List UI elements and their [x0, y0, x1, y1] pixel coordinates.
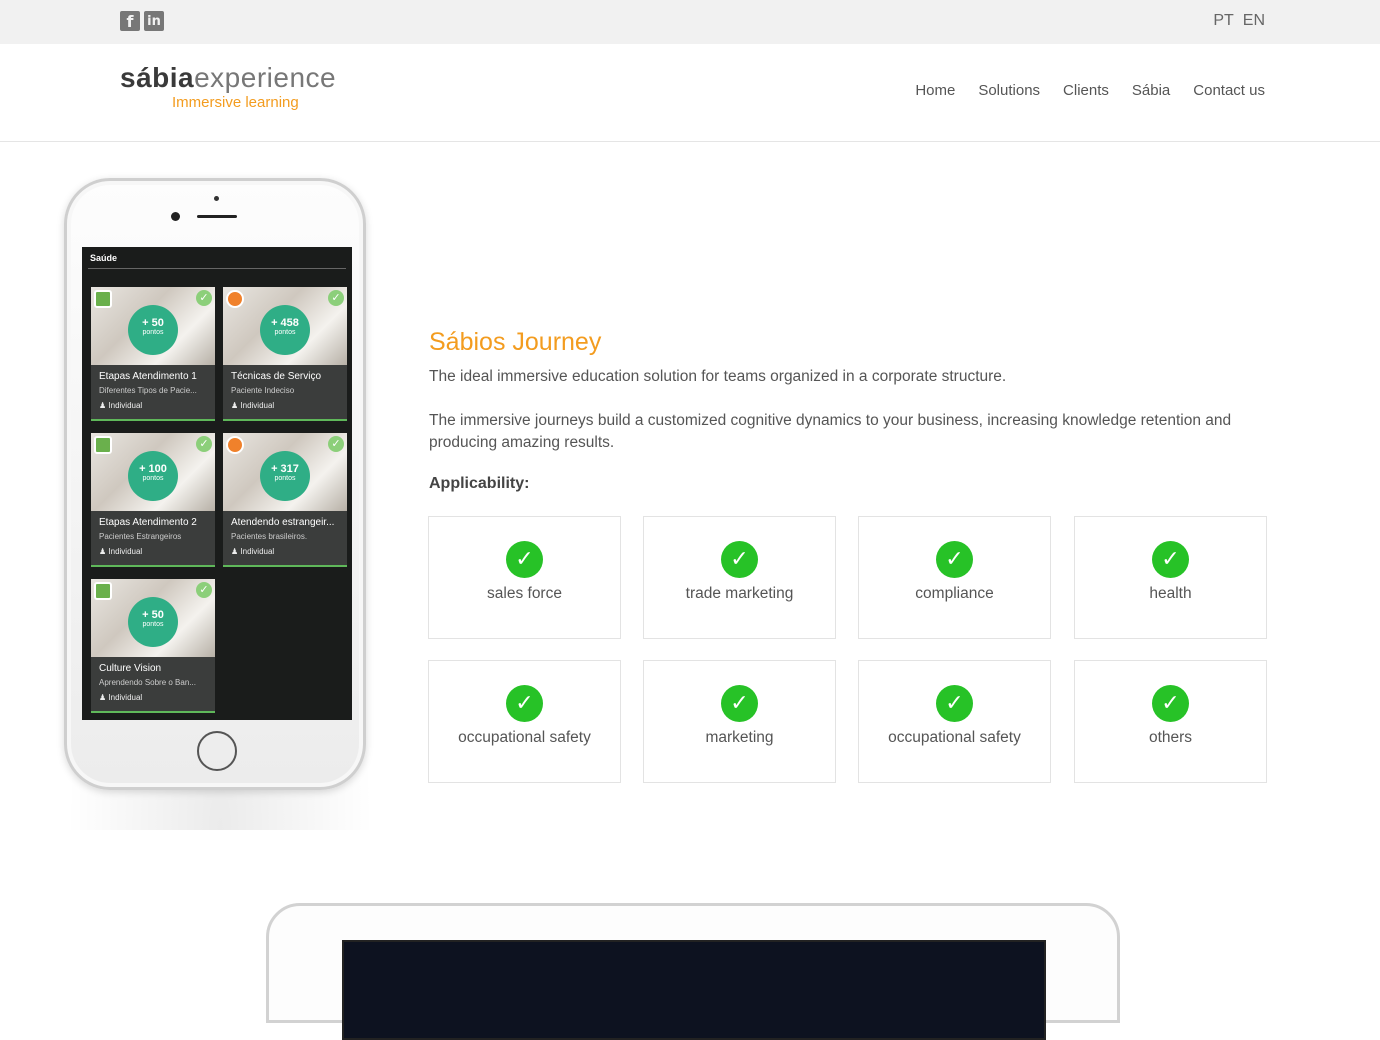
course-type-icon	[94, 582, 112, 600]
course-subtitle: Aprendendo Sobre o Ban...	[99, 678, 196, 687]
course-card: ✓ + 317 pontos Atendendo estrangeir... Pa…	[223, 433, 347, 567]
nav-solutions[interactable]: Solutions	[978, 82, 1040, 99]
course-mode: ♟ Individual	[231, 401, 275, 410]
points-badge: + 458 pontos	[260, 305, 310, 355]
logo-tagline: Immersive learning	[172, 94, 299, 111]
completed-check-icon: ✓	[328, 436, 344, 452]
description-text: The immersive journeys build a customize…	[429, 412, 1232, 451]
course-title: Culture Vision	[99, 663, 162, 674]
course-type-icon	[226, 290, 244, 308]
main-nav: Home Solutions Clients Sábia Contact us	[915, 82, 1265, 99]
course-title: Técnicas de Serviço	[231, 371, 322, 382]
applicability-tile: ✓ sales force	[428, 516, 621, 639]
tablet-screen	[342, 940, 1046, 1040]
nav-home[interactable]: Home	[915, 82, 955, 99]
course-title: Etapas Atendimento 2	[99, 517, 197, 528]
check-icon: ✓	[936, 541, 973, 578]
applicability-tile: ✓ trade marketing	[643, 516, 836, 639]
tablet-mockup	[266, 903, 1120, 1040]
applicability-tile: ✓ compliance	[858, 516, 1051, 639]
applicability-tile: ✓ others	[1074, 660, 1267, 783]
applicability-label: trade marketing	[685, 585, 794, 602]
course-type-icon	[226, 436, 244, 454]
check-icon: ✓	[506, 541, 543, 578]
course-subtitle: Paciente Indeciso	[231, 386, 295, 395]
phone-frame: Saúde ✓ + 50 pontos Etapas Atendimento 1 …	[64, 178, 366, 790]
points-badge: + 50 pontos	[128, 597, 178, 647]
phone-camera-icon	[214, 196, 219, 201]
social-links: f in	[120, 11, 164, 31]
course-card: ✓ + 100 pontos Etapas Atendimento 2 Pacie…	[91, 433, 215, 567]
course-mode: ♟ Individual	[99, 693, 143, 702]
logo-word-experience: experience	[194, 62, 337, 93]
page-title: Sábios Journey	[429, 328, 602, 356]
completed-check-icon: ✓	[196, 436, 212, 452]
course-subtitle: Diferentes Tipos de Pacie...	[99, 386, 197, 395]
course-type-icon	[94, 290, 112, 308]
language-switcher: PT EN	[1213, 12, 1265, 30]
course-card: ✓ + 458 pontos Técnicas de Serviço Pacien…	[223, 287, 347, 421]
linkedin-icon[interactable]: in	[144, 11, 164, 31]
applicability-tile: ✓ marketing	[643, 660, 836, 783]
check-icon: ✓	[721, 685, 758, 722]
top-bar: f in PT EN	[0, 0, 1380, 44]
phone-lens-icon	[171, 212, 180, 221]
check-icon: ✓	[936, 685, 973, 722]
phone-home-button-icon	[197, 731, 237, 771]
applicability-label: compliance	[915, 585, 994, 602]
course-title: Atendendo estrangeir...	[231, 517, 335, 528]
phone-mockup: Saúde ✓ + 50 pontos Etapas Atendimento 1 …	[40, 170, 400, 830]
completed-check-icon: ✓	[328, 290, 344, 306]
lang-en-link[interactable]: EN	[1243, 12, 1265, 30]
course-mode: ♟ Individual	[99, 547, 143, 556]
completed-check-icon: ✓	[196, 290, 212, 306]
applicability-label: others	[1148, 729, 1193, 746]
applicability-label: health	[1149, 585, 1192, 602]
phone-speaker-icon	[197, 215, 237, 218]
check-icon: ✓	[721, 541, 758, 578]
course-type-icon	[94, 436, 112, 454]
applicability-label: marketing	[705, 729, 774, 746]
logo-word-sabia: sábia	[120, 62, 195, 93]
course-mode: ♟ Individual	[231, 547, 275, 556]
lang-pt-link[interactable]: PT	[1213, 12, 1233, 30]
applicability-label: occupational safety	[888, 729, 1021, 746]
points-badge: + 100 pontos	[128, 451, 178, 501]
points-badge: + 317 pontos	[260, 451, 310, 501]
applicability-tile: ✓ occupational safety	[428, 660, 621, 783]
course-title: Etapas Atendimento 1	[99, 371, 197, 382]
check-icon: ✓	[1152, 541, 1189, 578]
applicability-label: sales force	[487, 585, 562, 602]
sabia-logo[interactable]: sábiaexperience Immersive learning	[120, 62, 350, 120]
screen-title: Saúde	[88, 247, 346, 269]
applicability-label: occupational safety	[458, 729, 591, 746]
course-subtitle: Pacientes Estrangeiros	[99, 532, 182, 541]
applicability-tile: ✓ health	[1074, 516, 1267, 639]
course-card: ✓ + 50 pontos Etapas Atendimento 1 Difere…	[91, 287, 215, 421]
nav-clients[interactable]: Clients	[1063, 82, 1109, 99]
facebook-icon[interactable]: f	[120, 11, 140, 31]
applicability-tile: ✓ occupational safety	[858, 660, 1051, 783]
nav-contact-us[interactable]: Contact us	[1193, 82, 1265, 99]
check-icon: ✓	[1152, 685, 1189, 722]
course-subtitle: Pacientes brasileiros.	[231, 532, 308, 541]
completed-check-icon: ✓	[196, 582, 212, 598]
course-card: ✓ + 50 pontos Culture Vision Aprendendo S…	[91, 579, 215, 713]
course-mode: ♟ Individual	[99, 401, 143, 410]
points-badge: + 50 pontos	[128, 305, 178, 355]
phone-screen: Saúde ✓ + 50 pontos Etapas Atendimento 1 …	[82, 247, 352, 720]
nav-sabia[interactable]: Sábia	[1132, 82, 1170, 99]
check-icon: ✓	[506, 685, 543, 722]
site-header: sábiaexperience Immersive learning Home …	[0, 44, 1380, 142]
intro-text: The ideal immersive education solution f…	[429, 368, 1007, 385]
applicability-heading: Applicability:	[429, 475, 530, 492]
